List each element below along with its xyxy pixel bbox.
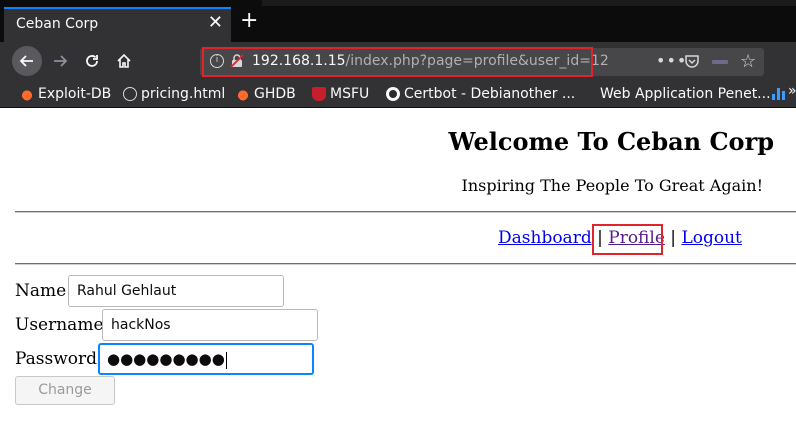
bookmark-label: MSFU: [330, 86, 370, 102]
bookmark-label: Web Application Penet...: [600, 86, 771, 102]
back-arrow-icon: [19, 55, 33, 67]
certbot-icon: [386, 87, 400, 101]
nav-link-profile[interactable]: Profile: [608, 228, 665, 248]
page-content: Welcome To Ceban Corp Inspiring The Peop…: [0, 108, 796, 441]
change-button[interactable]: Change: [15, 376, 115, 405]
bookmark-star-icon[interactable]: ☆: [740, 51, 756, 72]
active-tab[interactable]: Ceban Corp ✕: [4, 7, 231, 42]
forward-arrow-icon: [54, 55, 68, 67]
reload-icon: [86, 55, 98, 67]
chart-icon[interactable]: [772, 88, 786, 100]
username-field[interactable]: hackNos: [102, 309, 318, 341]
password-label: Password: [15, 349, 98, 369]
bookmark-label: Exploit-DB: [38, 86, 112, 102]
text-caret: [225, 351, 227, 369]
page-tagline: Inspiring The People To Great Again!: [461, 176, 763, 195]
globe-icon: [123, 87, 137, 101]
home-icon: [117, 53, 131, 68]
site-nav: Dashboard | Profile | Logout: [498, 228, 742, 248]
bookmark-certbot[interactable]: Certbot - Debianother ...: [386, 84, 575, 104]
bookmark-label: GHDB: [254, 86, 296, 102]
bookmark-ghdb[interactable]: GHDB: [236, 84, 296, 104]
page-heading: Welcome To Ceban Corp: [448, 127, 774, 156]
nav-separator: |: [670, 228, 677, 248]
bookmark-exploit-db[interactable]: Exploit-DB: [20, 84, 111, 104]
flame-icon: [236, 87, 250, 101]
bookmark-web-app-pentest[interactable]: Web Application Penet...: [600, 84, 771, 104]
name-field[interactable]: Rahul Gehlaut: [68, 275, 284, 307]
flame-icon: [20, 87, 34, 101]
divider: [15, 263, 796, 265]
bookmark-msfu[interactable]: MSFU: [312, 84, 369, 104]
back-button[interactable]: [12, 46, 42, 76]
nav-link-logout[interactable]: Logout: [681, 228, 741, 248]
url-path: /index.php?page=profile&user_id=12: [345, 53, 609, 69]
forward-button[interactable]: [46, 47, 74, 75]
tab-bar: Ceban Corp ✕ +: [0, 0, 796, 42]
tab-title: Ceban Corp: [16, 16, 99, 32]
navigation-toolbar: i 192.168.1.15/index.php?page=profile&us…: [0, 42, 796, 80]
url-host: 192.168.1.15: [252, 53, 346, 69]
page-actions-icon[interactable]: •••: [656, 51, 687, 70]
close-tab-icon[interactable]: ✕: [208, 13, 223, 33]
bookmarks-toolbar: Exploit-DB pricing.html GHDB MSFU Certbo…: [0, 80, 796, 108]
url-text[interactable]: 192.168.1.15/index.php?page=profile&user…: [252, 53, 609, 69]
address-bar[interactable]: i 192.168.1.15/index.php?page=profile&us…: [200, 48, 764, 76]
password-field[interactable]: ●●●●●●●●●: [98, 343, 314, 375]
reader-view-icon[interactable]: [712, 60, 728, 64]
pocket-icon[interactable]: [684, 53, 700, 69]
password-mask: ●●●●●●●●●: [107, 350, 225, 368]
username-label: Username: [15, 315, 104, 335]
home-button[interactable]: [110, 47, 138, 75]
reload-button[interactable]: [78, 47, 106, 75]
bookmark-pricing[interactable]: pricing.html: [123, 84, 225, 104]
bookmark-label: Certbot - Debianother ...: [404, 86, 576, 102]
nav-separator: |: [597, 228, 603, 248]
insecure-lock-icon[interactable]: [230, 54, 244, 68]
bookmarks-overflow-icon[interactable]: »: [788, 83, 796, 99]
tab-strip-background: [262, 0, 796, 6]
new-tab-button[interactable]: +: [240, 10, 258, 32]
bookmark-label: pricing.html: [141, 86, 226, 102]
msfu-icon: [312, 87, 326, 101]
site-info-icon[interactable]: i: [210, 54, 224, 68]
name-label: Name: [15, 281, 67, 301]
nav-link-dashboard[interactable]: Dashboard: [498, 228, 592, 248]
divider: [15, 211, 796, 213]
